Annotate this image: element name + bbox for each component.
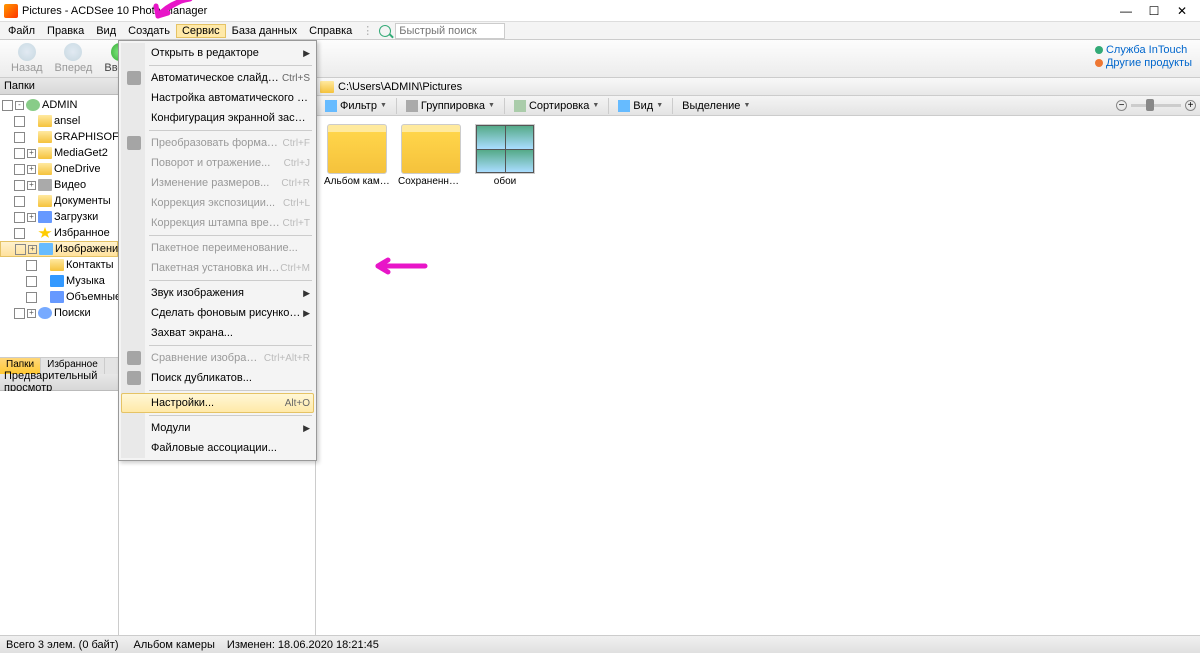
group-button[interactable]: Группировка▼: [401, 99, 500, 113]
tree-node[interactable]: +Изображения: [0, 241, 118, 257]
menu-item: Коррекция штампа времени...Ctrl+T: [121, 213, 314, 233]
search-icon: [379, 25, 391, 37]
nav-back-button[interactable]: Назад: [6, 41, 48, 76]
menu-edit[interactable]: Правка: [41, 24, 90, 38]
menu-file[interactable]: Файл: [2, 24, 41, 38]
menu-item[interactable]: Настройки...Alt+O: [121, 393, 314, 413]
menu-bar: Файл Правка Вид Создать Сервис База данн…: [0, 22, 1200, 40]
status-bar: Всего 3 элем. (0 байт) Альбом камеры Изм…: [0, 635, 1200, 653]
tree-node[interactable]: GRAPHISOFT: [0, 129, 118, 145]
address-bar[interactable]: C:\Users\ADMIN\Pictures: [316, 78, 1200, 96]
menu-help[interactable]: Справка: [303, 24, 358, 38]
tree-node[interactable]: -ADMIN: [0, 97, 118, 113]
status-folder: Альбом камеры: [134, 639, 215, 651]
close-button[interactable]: ✕: [1168, 1, 1196, 21]
thumbnail-item[interactable]: Сохраненные фот...: [398, 124, 464, 187]
menu-item: Изменение размеров...Ctrl+R: [121, 173, 314, 193]
menu-item: Поворот и отражение...Ctrl+J: [121, 153, 314, 173]
folders-pane-header: Папки: [0, 78, 118, 95]
tools-dropdown: Открыть в редакторе▶ Автоматическое слайд…: [118, 40, 317, 461]
menu-item[interactable]: Звук изображения▶: [121, 283, 314, 303]
menu-item: Преобразовать формат файла...Ctrl+F: [121, 133, 314, 153]
address-path: C:\Users\ADMIN\Pictures: [338, 81, 462, 93]
tree-node[interactable]: Документы: [0, 193, 118, 209]
tree-node[interactable]: Музыка: [0, 273, 118, 289]
tree-node[interactable]: Контакты: [0, 257, 118, 273]
tree-node[interactable]: +Поиски: [0, 305, 118, 321]
menu-database[interactable]: База данных: [226, 24, 304, 38]
menu-item: Сравнение изображений...Ctrl+Alt+R: [121, 348, 314, 368]
preview-pane-header: Предварительный просмотр: [0, 374, 118, 391]
folder-tree[interactable]: -ADMINanselGRAPHISOFT+MediaGet2+OneDrive…: [0, 95, 118, 357]
annotation-arrow-2: [370, 254, 430, 278]
tree-node[interactable]: +MediaGet2: [0, 145, 118, 161]
menu-item: Пакетное переименование...: [121, 238, 314, 258]
select-button[interactable]: Выделение▼: [677, 99, 755, 113]
tree-node[interactable]: Объемные объекты: [0, 289, 118, 305]
zoom-out-icon[interactable]: −: [1116, 100, 1127, 111]
menu-item: Пакетная установка информации...Ctrl+M: [121, 258, 314, 278]
menu-item[interactable]: Настройка автоматического слайд-шоу...: [121, 88, 314, 108]
tree-node[interactable]: ansel: [0, 113, 118, 129]
nav-forward-button[interactable]: Вперед: [50, 41, 98, 76]
menu-create[interactable]: Создать: [122, 24, 176, 38]
filter-toolbar: Фильтр▼ Группировка▼ Сортировка▼ Вид▼ Вы…: [316, 96, 1200, 116]
menu-item: Коррекция экспозиции...Ctrl+L: [121, 193, 314, 213]
maximize-button[interactable]: ☐: [1140, 1, 1168, 21]
menu-item[interactable]: Файловые ассоциации...: [121, 438, 314, 458]
menu-item[interactable]: Сделать фоновым рисунком рабочего стола▶: [121, 303, 314, 323]
thumbnail-item[interactable]: обои: [472, 124, 538, 187]
thumbnail-item[interactable]: Альбом камеры: [324, 124, 390, 187]
menu-item[interactable]: Открыть в редакторе▶: [121, 43, 314, 63]
preview-pane: [0, 391, 118, 649]
app-icon: [4, 4, 18, 18]
annotation-arrow-1: [150, 0, 200, 24]
zoom-slider[interactable]: − +: [1116, 100, 1196, 111]
menu-item[interactable]: Конфигурация экранной заставки...: [121, 108, 314, 128]
menu-view[interactable]: Вид: [90, 24, 122, 38]
tree-node[interactable]: +Видео: [0, 177, 118, 193]
tree-node[interactable]: +OneDrive: [0, 161, 118, 177]
tree-node[interactable]: Избранное: [0, 225, 118, 241]
minimize-button[interactable]: —: [1112, 1, 1140, 21]
sort-button[interactable]: Сортировка▼: [509, 99, 604, 113]
intouch-link[interactable]: Служба InTouch: [1095, 44, 1192, 56]
status-modified: Изменен: 18.06.2020 18:21:45: [227, 639, 379, 651]
thumbnail-area[interactable]: Альбом камерыСохраненные фот...обои: [316, 116, 1200, 648]
filter-button[interactable]: Фильтр▼: [320, 99, 392, 113]
menu-item[interactable]: Поиск дубликатов...: [121, 368, 314, 388]
view-button[interactable]: Вид▼: [613, 99, 668, 113]
quick-search-input[interactable]: [395, 23, 505, 39]
tree-node[interactable]: +Загрузки: [0, 209, 118, 225]
menu-item[interactable]: Автоматическое слайд-шоу...Ctrl+S: [121, 68, 314, 88]
menu-item[interactable]: Захват экрана...: [121, 323, 314, 343]
status-count: Всего 3 элем. (0 байт): [6, 639, 119, 651]
other-products-link[interactable]: Другие продукты: [1095, 57, 1192, 69]
menu-item[interactable]: Модули▶: [121, 418, 314, 438]
menu-tools[interactable]: Сервис: [176, 24, 226, 38]
folder-icon: [320, 81, 334, 93]
zoom-in-icon[interactable]: +: [1185, 100, 1196, 111]
